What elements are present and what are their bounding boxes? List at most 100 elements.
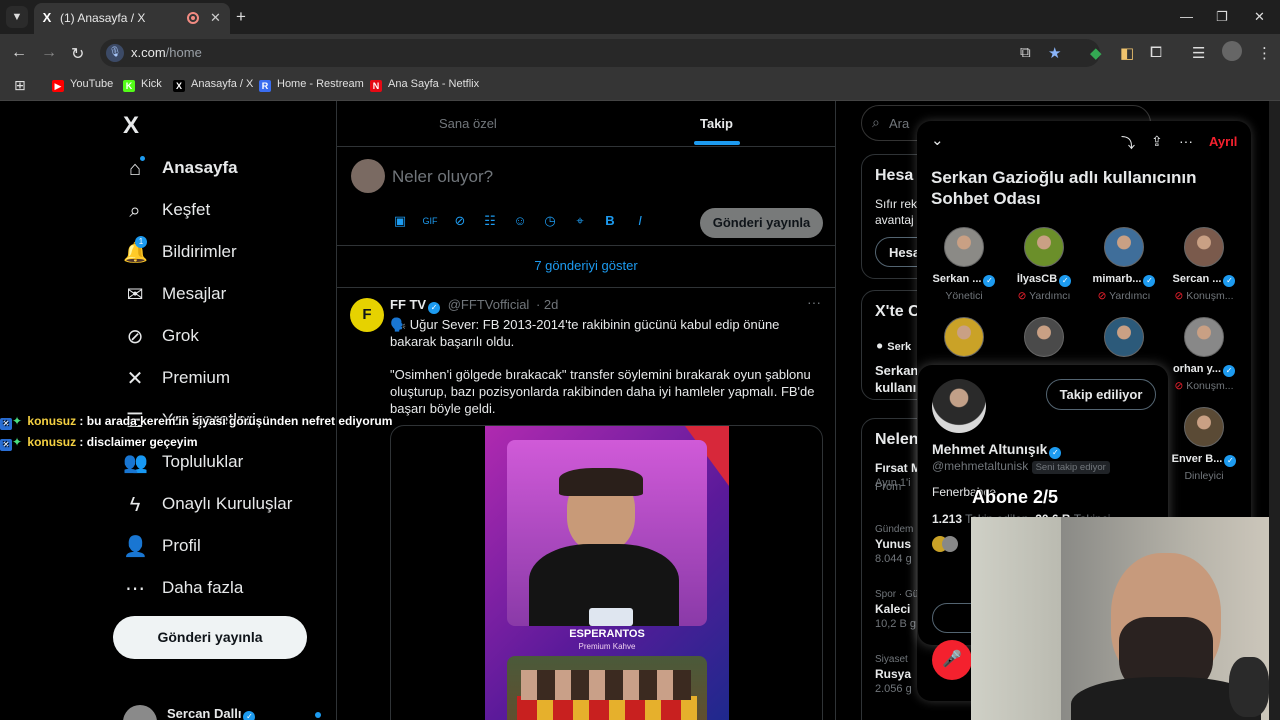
space-participant[interactable]: Sercan ... ✓ ⊘ Konuşm... — [1164, 227, 1244, 302]
tab-following[interactable]: Takip — [700, 116, 733, 131]
mic-muted-icon: ⊘ — [1174, 380, 1187, 392]
trend-sub: 2.056 g — [875, 683, 912, 695]
trend-sub: Prom — [875, 481, 902, 493]
show-new-posts[interactable]: 7 gönderiyi göster — [337, 246, 835, 288]
leave-button[interactable]: Ayrıl — [1209, 134, 1237, 149]
trend-item[interactable]: Spor · Gü Kaleci 10,2 B g — [875, 589, 918, 630]
share-icon[interactable]: ⇪ — [1151, 133, 1163, 150]
team-photo — [507, 656, 707, 720]
bold-icon[interactable]: B — [602, 213, 618, 229]
location-icon[interactable]: ⌖ — [572, 213, 588, 229]
participant-role: ⊘ Konuşm... — [1174, 290, 1234, 302]
reload-icon[interactable]: ↻ — [71, 44, 84, 64]
tweet-handle[interactable]: @FFTVofficial — [448, 297, 530, 312]
tab-search-button[interactable]: ▼ — [6, 6, 28, 28]
extension-icon[interactable]: ◆ — [1090, 44, 1102, 62]
media-icon[interactable]: ▣ — [392, 213, 408, 229]
bookmark-item[interactable]: K Kick — [123, 78, 162, 92]
emoji-icon[interactable]: ☺ — [512, 213, 528, 229]
maximize-icon[interactable]: ❐ — [1216, 9, 1228, 25]
avatar[interactable] — [932, 379, 986, 433]
minimize-space-icon[interactable]: ⤵ — [1121, 133, 1135, 153]
trend-title: Kaleci — [875, 602, 911, 616]
participant-name: Enver B... ✓ — [1164, 453, 1244, 467]
space-participant[interactable]: mimarb... ✓ ⊘ Yardımcı — [1084, 227, 1164, 302]
apps-grid-icon[interactable]: ⊞ — [14, 77, 26, 94]
avatar — [1104, 317, 1144, 357]
bookmark-label: Kick — [141, 78, 162, 90]
avatar — [1184, 227, 1224, 267]
post-button[interactable]: Gönderi yayınla — [113, 616, 307, 659]
window-close-icon[interactable]: ✕ — [1254, 9, 1265, 25]
verified-icon: ✓ — [1059, 275, 1072, 287]
participant-role: Dinleyici — [1184, 470, 1224, 482]
avatar — [1104, 227, 1144, 267]
gif-icon[interactable]: GIF — [422, 213, 438, 229]
mic-off-icon[interactable]: 🎤 — [932, 640, 972, 680]
search-icon: ⌕ — [129, 200, 141, 222]
bookmark-item[interactable]: R Home - Restream — [259, 78, 364, 92]
new-tab-button[interactable]: + — [236, 7, 246, 27]
bookmark-item[interactable]: N Ana Sayfa - Netflix — [370, 78, 479, 92]
site-info-icon[interactable]: 🎙 — [106, 44, 124, 62]
trend-item[interactable]: Prom — [875, 479, 901, 493]
media-controls-icon[interactable]: ☰ — [1192, 44, 1205, 62]
trend-meta: Gündem — [875, 524, 914, 535]
tab-for-you[interactable]: Sana özel — [439, 116, 497, 131]
chat-message: ✕ ✦ konusuz : disclaimer geçeyim — [0, 435, 197, 451]
participant-name: Serkan ... ✓ — [924, 273, 1004, 287]
bookmark-label: Ana Sayfa - Netflix — [388, 78, 480, 90]
trend-item[interactable]: Gündem Yunus 8.044 g — [875, 524, 913, 565]
cast-icon[interactable]: ⧉ — [1020, 44, 1031, 61]
space-participant[interactable] — [1084, 317, 1164, 357]
space-participant[interactable] — [1004, 317, 1084, 357]
tab-close-icon[interactable]: ✕ — [210, 10, 221, 26]
composer: Neler oluyor? ▣ GIF ⊘ ☷ ☺ ◷ ⌖ B I Gönder… — [337, 146, 835, 246]
lightning-icon: ϟ — [129, 494, 141, 516]
verified-icon: ✓ — [1223, 365, 1236, 377]
tweet-author[interactable]: FF TV — [390, 297, 426, 312]
forward-icon[interactable]: → — [41, 44, 57, 62]
tweet-time[interactable]: · 2d — [536, 297, 558, 312]
collapse-icon[interactable]: ⌄ — [931, 131, 944, 149]
space-participant[interactable]: Enver B... ✓ Dinleyici — [1164, 407, 1244, 482]
sub-goal-overlay: Abone 2/5 — [972, 487, 1059, 507]
trend-item[interactable]: Siyaset Rusya 2.056 g — [875, 654, 912, 695]
tweet[interactable]: F FF TV ✓ @FFTVofficial · 2d ··· 🗣️ Uğur … — [337, 288, 835, 720]
compose-input[interactable]: Neler oluyor? — [392, 167, 493, 187]
x-logo-icon[interactable]: X — [123, 112, 139, 140]
grok-icon[interactable]: ⊘ — [452, 213, 468, 229]
avatar[interactable]: F — [350, 298, 384, 332]
space-participant[interactable]: orhan y... ✓ ⊘ Konuşm... — [1164, 317, 1244, 392]
minimize-icon[interactable]: — — [1180, 9, 1193, 24]
address-bar[interactable]: 🎙 x.com/home ⧉ ★ — [100, 39, 1100, 67]
space-participant[interactable]: Serkan ... ✓ Yönetici — [924, 227, 1004, 302]
more-icon[interactable]: ··· — [807, 294, 821, 310]
tweet-media[interactable]: ESPERANTOS Premium Kahve — [390, 425, 823, 720]
bookmark-item[interactable]: ▶ YouTube — [52, 78, 113, 92]
bookmark-star-icon[interactable]: ★ — [1048, 44, 1061, 62]
mic-muted-icon: ⊘ — [1017, 290, 1030, 302]
bookmark-item[interactable]: X Anasayfa / X — [173, 78, 253, 92]
trend-title: Yunus — [875, 537, 912, 551]
poll-icon[interactable]: ☷ — [482, 213, 498, 229]
following-button[interactable]: Takip ediliyor — [1046, 379, 1156, 410]
extensions-puzzle-icon[interactable]: ⧠ — [1150, 44, 1162, 61]
compose-post-button[interactable]: Gönderi yayınla — [700, 208, 823, 238]
profile-avatar[interactable] — [1222, 41, 1242, 61]
space-participant[interactable] — [924, 317, 1004, 357]
space-participant[interactable]: İlyasCB ✓ ⊘ Yardımcı — [1004, 227, 1084, 302]
page-scrollbar[interactable] — [1269, 101, 1280, 720]
browser-menu-icon[interactable]: ⋮ — [1257, 44, 1272, 62]
trend-meta: Siyaset — [875, 654, 908, 665]
italic-icon[interactable]: I — [632, 213, 648, 229]
back-icon[interactable]: ← — [11, 44, 27, 62]
hovercard-name[interactable]: Mehmet Altunışık ✓ — [932, 441, 1062, 459]
participant-name: orhan y... ✓ — [1164, 363, 1244, 377]
schedule-icon[interactable]: ◷ — [542, 213, 558, 229]
participant-role: Yönetici — [945, 290, 983, 302]
extension-2-icon[interactable]: ◧ — [1120, 44, 1134, 62]
avatar — [944, 227, 984, 267]
more-icon[interactable]: ··· — [1179, 133, 1193, 149]
browser-tab[interactable]: X (1) Anasayfa / X ✕ — [34, 3, 230, 34]
